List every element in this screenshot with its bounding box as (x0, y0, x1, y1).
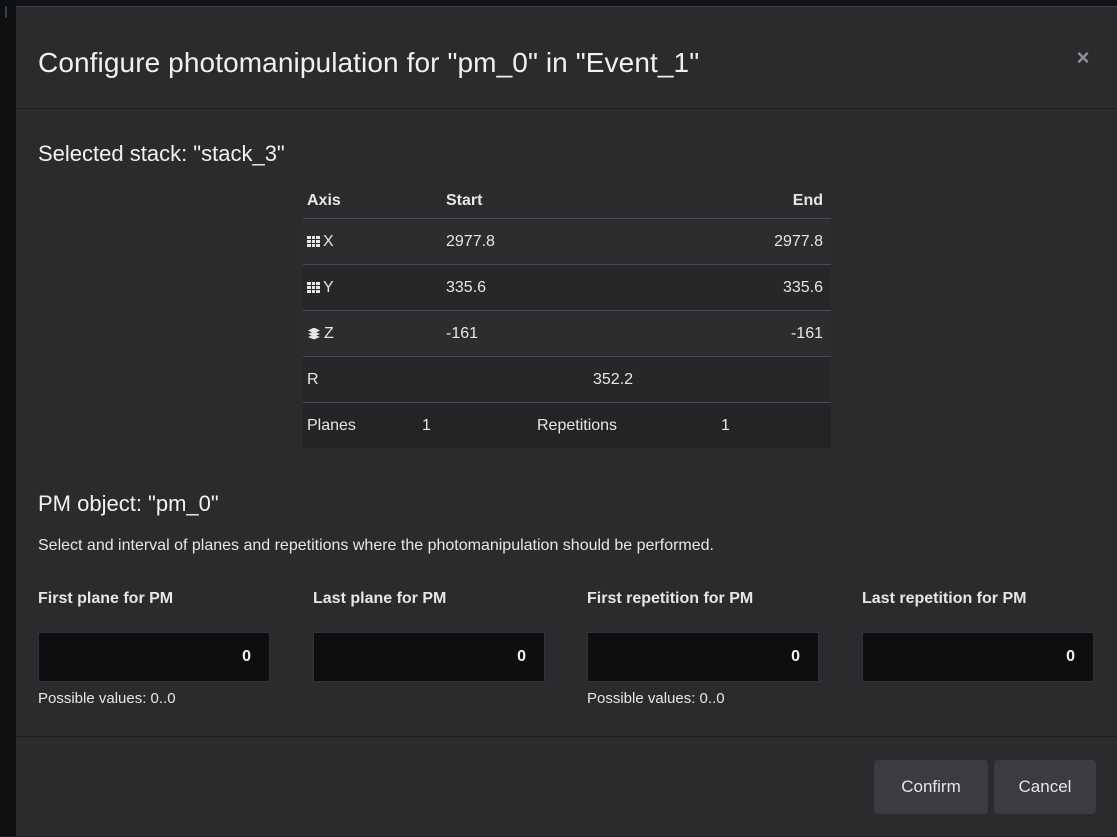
axis-z-cell: Z (307, 311, 334, 356)
confirm-button[interactable]: Confirm (874, 760, 988, 814)
pm-object-heading: PM object: "pm_0" (38, 491, 219, 516)
z-end-value: -161 (790, 324, 823, 342)
axis-z-label: Z (324, 324, 334, 342)
planes-value: 1 (422, 416, 431, 434)
repetitions-value: 1 (721, 416, 730, 434)
r-label: R (307, 370, 319, 388)
table-row-y: Y 335.6 335.6 (303, 265, 831, 311)
grid-icon (307, 236, 320, 247)
axis-y-label: Y (323, 278, 334, 296)
y-end-value: 335.6 (782, 278, 823, 296)
first-repetition-field: First repetition for PM Possible values:… (587, 590, 819, 707)
first-plane-help: Possible values: 0..0 (38, 690, 176, 707)
table-header-row: Axis Start End (303, 184, 831, 219)
z-start-value: -161 (446, 324, 479, 342)
x-end-value: 2977.8 (774, 232, 823, 250)
table-row-z: Z -161 -161 (303, 311, 831, 357)
table-row-summary: Planes 1 Repetitions 1 (303, 403, 831, 448)
last-plane-field: Last plane for PM (313, 590, 545, 682)
dialog-body: Selected stack: "stack_3" Axis Start End… (16, 110, 1117, 737)
first-plane-field: First plane for PM Possible values: 0..0 (38, 590, 270, 707)
last-repetition-field: Last repetition for PM (862, 590, 1094, 682)
cancel-button[interactable]: Cancel (994, 760, 1096, 814)
photomanipulation-config-dialog: Configure photomanipulation for "pm_0" i… (16, 6, 1117, 836)
r-value: 352.2 (593, 370, 634, 388)
dialog-title: Configure photomanipulation for "pm_0" i… (38, 47, 700, 78)
first-plane-label: First plane for PM (38, 590, 174, 607)
table-row-x: X 2977.8 2977.8 (303, 219, 831, 265)
y-start-value: 335.6 (446, 278, 487, 296)
axis-x-label: X (323, 232, 334, 250)
grid-icon (307, 282, 320, 293)
pm-instructions: Select and interval of planes and repeti… (38, 537, 714, 554)
header-axis: Axis (307, 192, 341, 209)
first-repetition-help: Possible values: 0..0 (587, 690, 725, 707)
axis-y-cell: Y (307, 265, 334, 310)
last-plane-input[interactable] (313, 632, 545, 682)
header-end: End (792, 192, 823, 209)
header-start: Start (446, 192, 483, 209)
selected-stack-heading: Selected stack: "stack_3" (38, 141, 285, 166)
background-sidebar-strip (0, 0, 16, 836)
background-edge-mark (5, 6, 11, 18)
x-start-value: 2977.8 (446, 232, 495, 250)
stack-axis-table: Axis Start End X 2977.8 2977.8 Y 335.6 3… (303, 184, 831, 448)
axis-x-cell: X (307, 219, 334, 264)
dialog-footer: Confirm Cancel (16, 736, 1117, 837)
table-row-r: R 352.2 (303, 357, 831, 403)
close-icon[interactable]: × (1072, 47, 1094, 69)
first-plane-input[interactable] (38, 632, 270, 682)
last-plane-label: Last plane for PM (313, 590, 447, 607)
repetitions-label: Repetitions (537, 416, 618, 434)
planes-label: Planes (307, 416, 356, 434)
first-repetition-label: First repetition for PM (587, 590, 754, 607)
first-repetition-input[interactable] (587, 632, 819, 682)
dialog-header: Configure photomanipulation for "pm_0" i… (16, 7, 1117, 109)
last-repetition-input[interactable] (862, 632, 1094, 682)
last-repetition-label: Last repetition for PM (862, 590, 1027, 607)
layers-icon (307, 327, 321, 340)
